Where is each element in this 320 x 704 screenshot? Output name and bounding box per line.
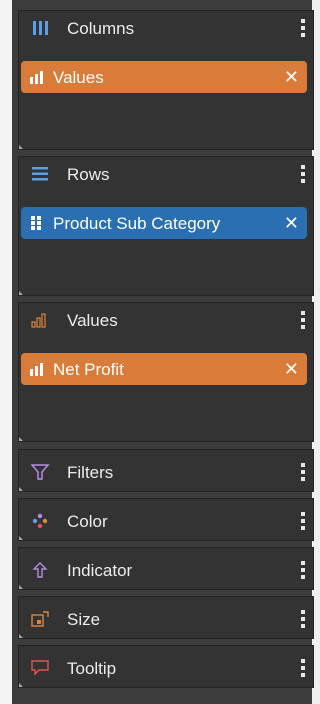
color-title: Color [67, 512, 108, 531]
columns-header: Columns [19, 11, 313, 43]
rows-title: Rows [67, 165, 110, 184]
color-palette-icon [32, 513, 48, 529]
close-icon[interactable]: ✕ [284, 359, 299, 379]
indicator-header: Indicator [19, 553, 313, 585]
resize-corner [19, 585, 23, 589]
chip-label: Values [53, 68, 104, 87]
color-header: Color [19, 504, 313, 536]
columns-zone[interactable]: Columns Values ✕ [18, 10, 314, 150]
size-menu-icon[interactable] [299, 608, 307, 630]
size-header: Size [19, 602, 313, 634]
tooltip-header: Tooltip [19, 651, 313, 683]
values-chip-net-profit[interactable]: Net Profit ✕ [21, 353, 307, 385]
columns-menu-icon[interactable] [299, 17, 307, 39]
resize-corner [19, 487, 23, 491]
rows-icon [32, 167, 48, 181]
values-zone[interactable]: Values Net Profit ✕ [18, 302, 314, 442]
filters-menu-icon[interactable] [299, 461, 307, 483]
indicator-zone[interactable]: Indicator [18, 547, 314, 590]
arrow-up-icon [32, 562, 48, 578]
left-rail [0, 0, 12, 704]
resize-corner [19, 683, 23, 687]
size-icon [31, 611, 49, 627]
resize-corner [19, 437, 23, 441]
resize-corner [19, 145, 23, 149]
values-menu-icon[interactable] [299, 309, 307, 331]
values-header: Values [19, 303, 313, 335]
close-icon[interactable]: ✕ [284, 213, 299, 233]
resize-corner [19, 536, 23, 540]
columns-icon [33, 21, 48, 35]
filter-icon [31, 464, 50, 480]
bar-chart-icon [30, 71, 43, 84]
hierarchy-icon [31, 216, 41, 230]
tooltip-zone[interactable]: Tooltip [18, 645, 314, 688]
filters-header: Filters [19, 455, 313, 487]
tooltip-title: Tooltip [67, 659, 117, 678]
rows-menu-icon[interactable] [299, 163, 307, 185]
filters-zone[interactable]: Filters [18, 449, 314, 492]
values-icon [31, 313, 46, 328]
color-menu-icon[interactable] [299, 510, 307, 532]
columns-title: Columns [67, 19, 135, 38]
indicator-title: Indicator [67, 561, 133, 580]
field-wells-panel: Columns Values ✕ Rows Product Sub Catego… [12, 0, 314, 704]
color-zone[interactable]: Color [18, 498, 314, 541]
bar-chart-icon [30, 363, 43, 376]
rows-header: Rows [19, 157, 313, 189]
size-zone[interactable]: Size [18, 596, 314, 639]
indicator-menu-icon[interactable] [299, 559, 307, 581]
filters-title: Filters [67, 463, 114, 482]
rows-zone[interactable]: Rows Product Sub Category ✕ [18, 156, 314, 296]
columns-chip-values[interactable]: Values ✕ [21, 61, 307, 93]
rows-chip-product-sub-category[interactable]: Product Sub Category ✕ [21, 207, 307, 239]
values-title: Values [67, 311, 118, 330]
tooltip-icon [31, 660, 49, 676]
chip-label: Net Profit [53, 360, 124, 379]
tooltip-menu-icon[interactable] [299, 657, 307, 679]
resize-corner [19, 291, 23, 295]
chip-label: Product Sub Category [53, 214, 221, 233]
close-icon[interactable]: ✕ [284, 67, 299, 87]
size-title: Size [67, 610, 101, 629]
resize-corner [19, 634, 23, 638]
